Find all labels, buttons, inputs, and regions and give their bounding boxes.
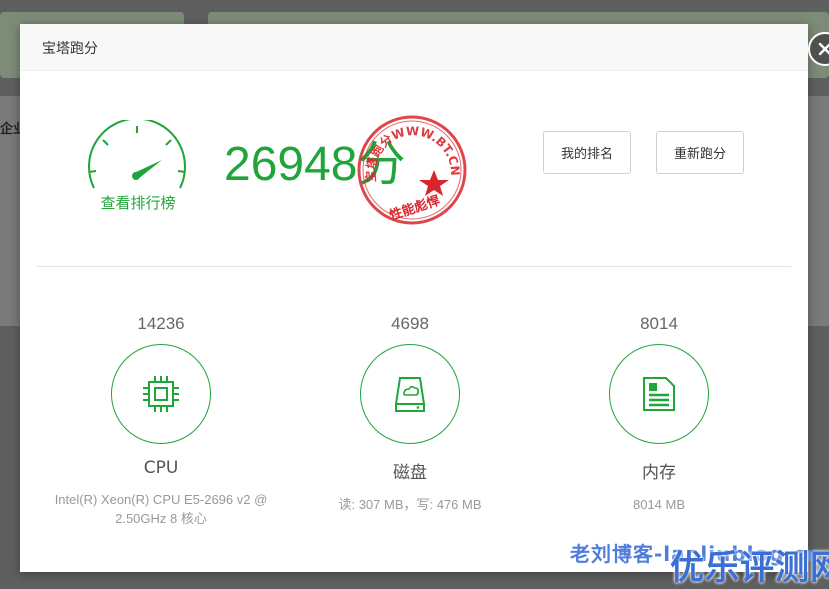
- seal-stamp-icon: 宝塔跑分WWW.BT.CN 性能彪悍: [357, 115, 467, 225]
- cpu-description: Intel(R) Xeon(R) CPU E5-2696 v2 @ 2.50GH…: [54, 492, 268, 526]
- cpu-result: 14236 CPU Intel(R) Xeon(R) CPU E5-2696 v…: [41, 314, 281, 528]
- disk-drive-icon: [394, 377, 426, 412]
- disk-label: 磁盘: [393, 463, 427, 483]
- seal-ring-text: 宝塔跑分WWW.BT.CN: [363, 124, 463, 183]
- svg-text:宝塔跑分WWW.BT.CN: 宝塔跑分WWW.BT.CN: [363, 124, 463, 183]
- my-rank-button[interactable]: 我的排名: [543, 131, 631, 174]
- modal-title: 宝塔跑分: [42, 41, 98, 57]
- memory-description: 8014 MB: [632, 497, 686, 512]
- memory-score: 8014: [640, 314, 678, 333]
- memory-result: 8014 内存 8014 MB: [539, 314, 779, 514]
- cpu-score: 14236: [137, 314, 185, 333]
- disk-score: 4698: [391, 314, 429, 333]
- memory-icon: [643, 377, 675, 411]
- cpu-icon-circle: [111, 344, 211, 444]
- memory-label: 内存: [642, 463, 676, 483]
- speedometer-icon: [88, 120, 186, 189]
- rerun-benchmark-button[interactable]: 重新跑分: [656, 131, 744, 174]
- view-leaderboard-link[interactable]: 查看排行榜: [80, 192, 196, 213]
- benchmark-modal: 宝塔跑分 查看排行榜 26948分 宝塔跑分WWW.BT.CN 性能彪悍 我的排…: [20, 24, 829, 572]
- divider: [37, 266, 791, 267]
- total-score-value: 26948: [224, 138, 358, 191]
- close-icon: [818, 42, 829, 56]
- modal-header: 宝塔跑分: [20, 24, 808, 71]
- cpu-label: CPU: [143, 458, 179, 478]
- cpu-chip-icon: [143, 376, 179, 412]
- watermark-site: 优乐评测网: [670, 548, 829, 588]
- disk-result: 4698 磁盘 读: 307 MB，写: 476 MB: [290, 314, 530, 514]
- memory-icon-circle: [609, 344, 709, 444]
- disk-description: 读: 307 MB，写: 476 MB: [338, 497, 482, 512]
- disk-icon-circle: [360, 344, 460, 444]
